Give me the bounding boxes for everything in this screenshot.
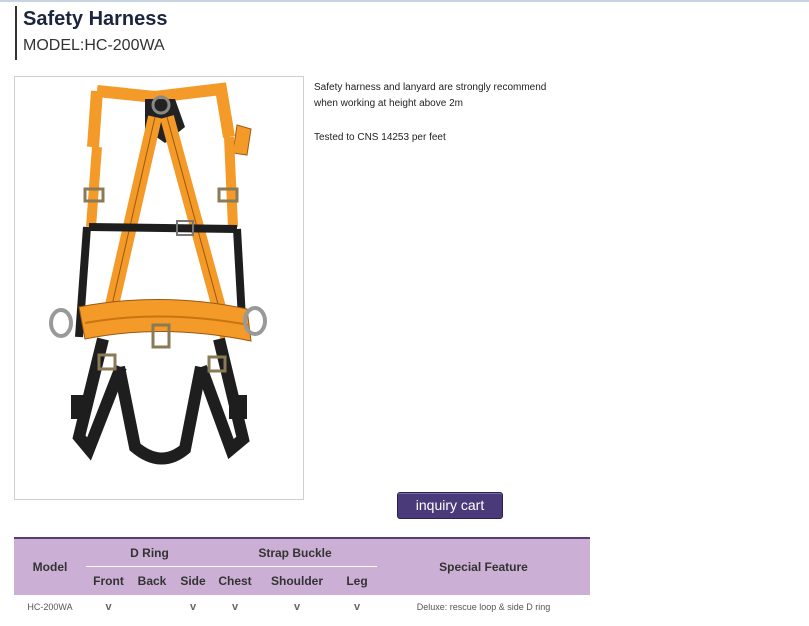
chest-strap — [88, 223, 238, 233]
product-header: Safety Harness MODEL:HC-200WA — [15, 6, 168, 60]
cell-back — [131, 595, 173, 619]
cell-shoulder: v — [293, 601, 301, 613]
cell-feature: Deluxe: rescue loop & side D ring — [416, 602, 551, 612]
leg-buckle-icon — [229, 395, 247, 419]
harness-strap — [86, 146, 102, 228]
cell-model: HC-200WA — [27, 602, 73, 612]
leg-strap — [113, 365, 207, 465]
description-line: when working at height above 2m — [314, 98, 463, 109]
harness-strap — [224, 136, 238, 228]
description-line: Safety harness and lanyard are strongly … — [314, 82, 547, 93]
header-back: Back — [131, 566, 173, 595]
header-shoulder: Shoulder — [257, 566, 337, 595]
header-model: Model — [14, 538, 86, 595]
spec-table: Model D Ring Strap Buckle Special Featur… — [14, 537, 590, 619]
side-d-ring-icon — [49, 308, 73, 338]
model-number: HC-200WA — [84, 37, 165, 54]
table-row: HC-200WA v v v v v Deluxe: rescue loop &… — [14, 595, 590, 619]
harness-strap — [106, 116, 156, 328]
cell-side: v — [189, 601, 197, 613]
inquiry-cart-button[interactable]: inquiry cart — [397, 492, 503, 519]
cell-leg: v — [353, 601, 361, 613]
header-d-ring: D Ring — [86, 538, 213, 567]
description-line: Tested to CNS 14253 per feet — [314, 132, 446, 143]
harness-strap — [87, 90, 103, 148]
model-line: MODEL:HC-200WA — [23, 37, 168, 55]
product-description: Safety harness and lanyard are strongly … — [314, 80, 584, 146]
harness-illustration — [49, 82, 267, 465]
cell-chest: v — [231, 601, 239, 613]
model-label: MODEL: — [23, 37, 85, 54]
header-leg: Leg — [337, 566, 377, 595]
header-chest: Chest — [213, 566, 257, 595]
cell-front: v — [105, 601, 112, 613]
header-strap-buckle: Strap Buckle — [213, 538, 377, 567]
product-image — [14, 76, 304, 500]
header-side: Side — [173, 566, 213, 595]
page-title: Safety Harness — [23, 8, 168, 30]
leg-buckle-icon — [71, 395, 89, 419]
header-special-feature: Special Feature — [377, 538, 590, 595]
harness-strap — [232, 124, 252, 156]
header-front: Front — [86, 566, 131, 595]
top-border — [0, 0, 809, 2]
